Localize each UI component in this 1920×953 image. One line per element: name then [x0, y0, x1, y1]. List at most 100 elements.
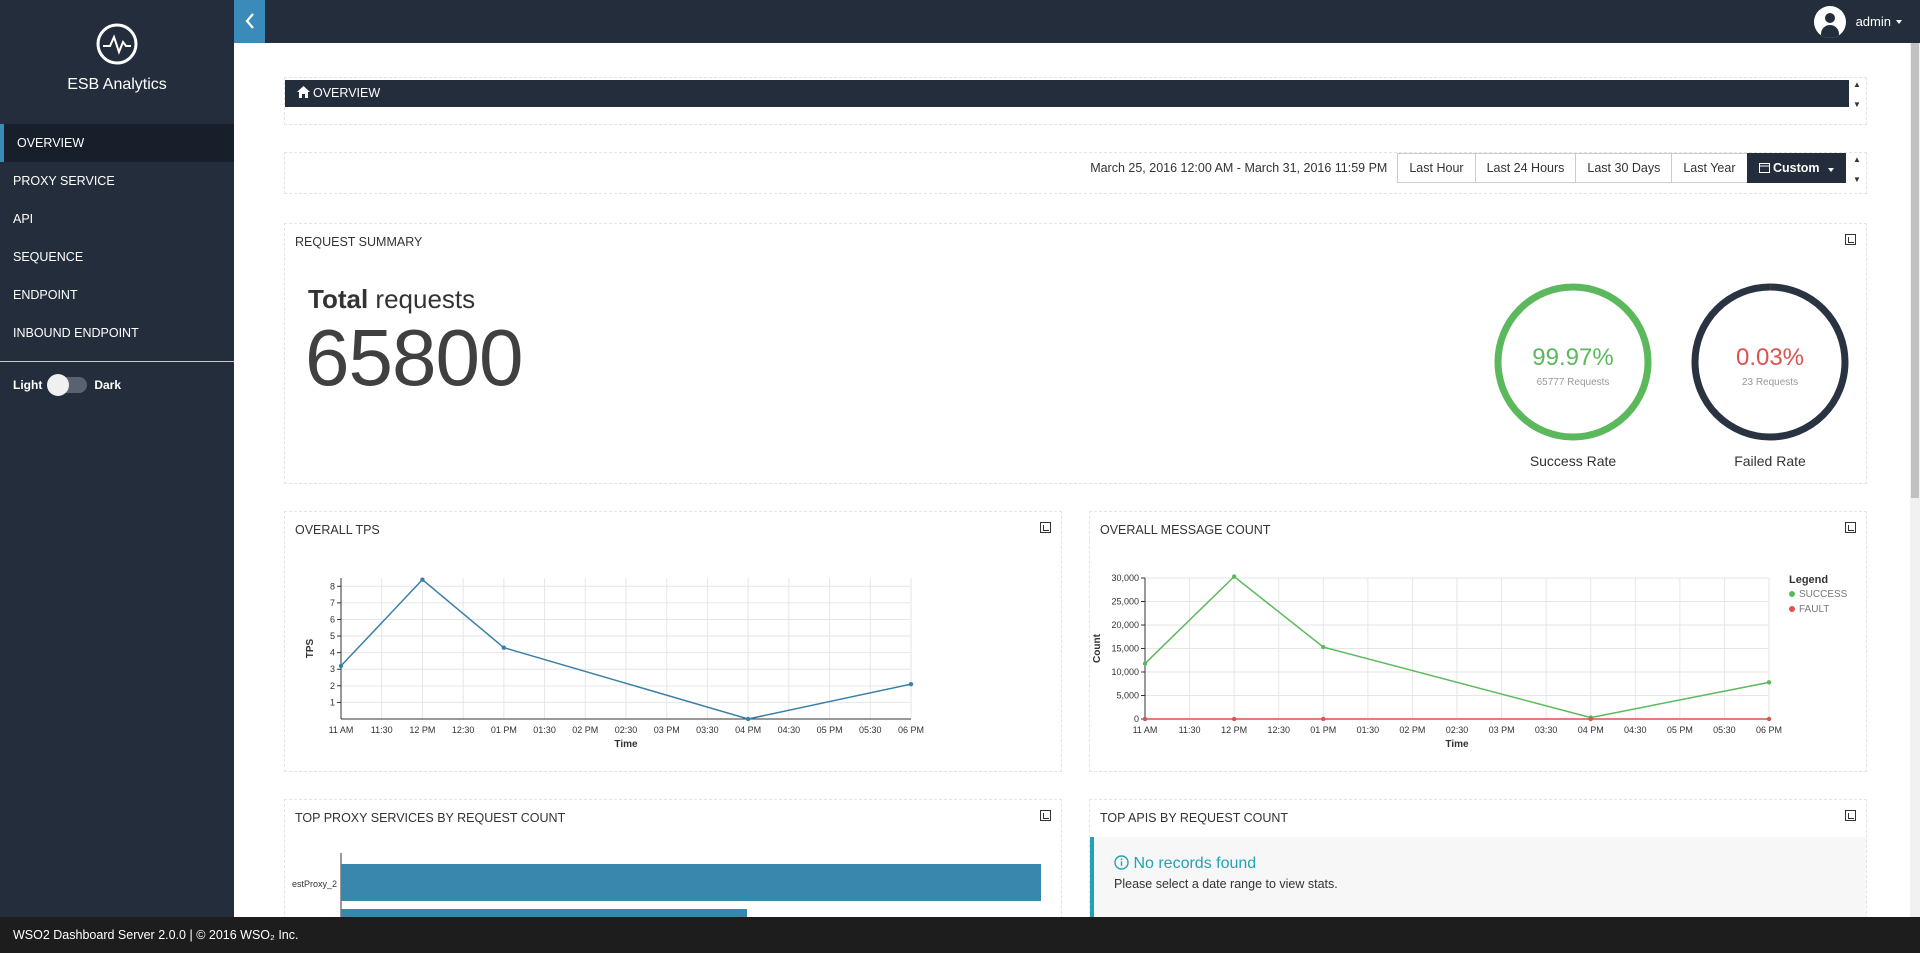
- brand: ESB Analytics: [0, 0, 234, 120]
- overall-tps-title: OVERALL TPS: [295, 523, 380, 537]
- overview-title: OVERVIEW: [313, 86, 381, 100]
- y-tick-label: 0: [1134, 714, 1139, 724]
- x-tick-label: 12 PM: [1221, 725, 1247, 735]
- home-icon: [297, 86, 310, 98]
- info-icon: [1114, 855, 1129, 870]
- theme-dark-label: Dark: [94, 378, 122, 392]
- data-point: [1766, 680, 1772, 685]
- data-point: [338, 663, 344, 669]
- overview-scroll-arrows[interactable]: ▲ ▼: [1851, 80, 1863, 110]
- topbar: admin: [234, 0, 1920, 43]
- custom-range-button[interactable]: Custom: [1746, 153, 1846, 183]
- expand-icon[interactable]: [1845, 234, 1856, 245]
- theme-toggle: Light Dark: [13, 374, 122, 396]
- expand-icon[interactable]: [1040, 522, 1051, 533]
- x-tick-label: 12 PM: [409, 725, 435, 735]
- app-title: ESB Analytics: [67, 76, 167, 93]
- data-point: [1231, 574, 1237, 579]
- sidebar-item-endpoint[interactable]: ENDPOINT: [0, 276, 234, 314]
- x-tick-label: 11:30: [1179, 725, 1201, 735]
- data-point: [1231, 716, 1237, 722]
- y-tick-label: 30,000: [1111, 573, 1139, 583]
- data-point: [501, 645, 507, 650]
- expand-icon[interactable]: [1845, 522, 1856, 533]
- overall-tps-chart: 11 AM 11:30 12 PM 12:30 01 PM 01:30 02 PM 02:30…: [305, 577, 924, 750]
- sidebar-item-inbound-endpoint[interactable]: INBOUND ENDPOINT: [0, 314, 234, 352]
- total-requests-label: Total requests: [308, 284, 476, 314]
- x-axis-title: Time: [1445, 739, 1469, 750]
- theme-light-label: Light: [13, 378, 43, 392]
- expand-icon[interactable]: [1845, 810, 1856, 821]
- legend-item: FAULT: [1799, 604, 1829, 615]
- x-tick-label: 06 PM: [898, 725, 924, 735]
- top-apis-panel: TOP APIS BY REQUEST COUNT No records fou…: [1089, 799, 1867, 929]
- page-scrollbar[interactable]: [1910, 43, 1920, 917]
- last-hour-button[interactable]: Last Hour: [1397, 153, 1476, 183]
- request-summary-title: REQUEST SUMMARY: [295, 235, 423, 249]
- bar: [341, 864, 1041, 901]
- analytics-logo-icon: [96, 23, 138, 65]
- x-tick-label: 12:30: [452, 725, 475, 735]
- x-tick-label: 05:30: [1713, 725, 1736, 735]
- x-tick-label: 03:30: [696, 725, 719, 735]
- custom-range-label: Custom: [1772, 161, 1820, 175]
- no-records-title: No records found: [1114, 855, 1256, 873]
- date-range-text: March 25, 2016 12:00 AM - March 31, 2016…: [1090, 161, 1388, 175]
- x-tick-label: 01 PM: [491, 725, 517, 735]
- y-axis-title: TPS: [305, 638, 316, 658]
- no-records-text: No records found: [1133, 855, 1257, 872]
- data-point: [1321, 716, 1326, 722]
- legend-swatch: [1789, 591, 1795, 597]
- data-point: [1142, 661, 1148, 666]
- x-tick-label: 03 PM: [654, 725, 680, 735]
- y-tick-label: 10,000: [1111, 667, 1139, 677]
- x-tick-label: 04 PM: [735, 725, 761, 735]
- y-axis-title: Count: [1092, 633, 1103, 663]
- sidebar-item-overview[interactable]: OVERVIEW: [0, 124, 234, 162]
- date-picker-scroll-arrows[interactable]: ▲ ▼: [1851, 155, 1863, 185]
- no-records-alert: No records found Please select a date ra…: [1090, 837, 1866, 917]
- y-tick-label: 6: [330, 614, 335, 624]
- sidebar-item-proxy-service[interactable]: PROXY SERVICE: [0, 162, 234, 200]
- last-year-button[interactable]: Last Year: [1671, 153, 1748, 183]
- y-tick-label: 7: [330, 598, 335, 608]
- y-tick-label: 5,000: [1116, 691, 1139, 701]
- data-point: [1766, 716, 1772, 722]
- overall-message-count-panel: OVERALL MESSAGE COUNT 11 AM 11:30 12 PM 12:…: [1089, 511, 1867, 772]
- sidebar-item-api[interactable]: API: [0, 200, 234, 238]
- x-tick-label: 02:30: [1446, 725, 1469, 735]
- collapse-sidebar-button[interactable]: [234, 0, 265, 43]
- user-avatar-icon: [1813, 5, 1846, 38]
- y-tick-label: 1: [330, 697, 335, 707]
- top-proxy-services-title: TOP PROXY SERVICES BY REQUEST COUNT: [295, 811, 566, 825]
- y-tick-label: 2: [330, 681, 335, 691]
- data-point: [1142, 716, 1148, 722]
- x-tick-label: 06 PM: [1756, 725, 1782, 735]
- no-records-hint: Please select a date range to view stats…: [1114, 877, 1338, 891]
- x-tick-label: 04:30: [778, 725, 801, 735]
- last-30-days-button[interactable]: Last 30 Days: [1575, 153, 1673, 183]
- page-scrollbar-thumb[interactable]: [1911, 43, 1919, 498]
- y-tick-label: 8: [330, 581, 335, 591]
- overall-message-count-title: OVERALL MESSAGE COUNT: [1100, 523, 1271, 537]
- data-point: [745, 716, 751, 722]
- expand-icon[interactable]: [1040, 810, 1051, 821]
- user-menu[interactable]: admin: [1813, 0, 1902, 43]
- data-point: [1321, 644, 1326, 650]
- sidebar-item-sequence[interactable]: SEQUENCE: [0, 238, 234, 276]
- x-tick-label: 11:30: [371, 725, 393, 735]
- x-tick-label: 05 PM: [1667, 725, 1693, 735]
- data-point: [908, 681, 914, 687]
- theme-switch-knob: [47, 374, 70, 396]
- x-tick-label: 02:30: [615, 725, 638, 735]
- x-tick-label: 11 AM: [1133, 725, 1158, 735]
- overall-tps-panel: OVERALL TPS 11 AM 11:30 12 PM 12:30 01 PM 01:…: [284, 511, 1062, 772]
- top-proxy-services-chart: estProxy_2: [292, 853, 1041, 928]
- theme-switch[interactable]: [47, 374, 88, 396]
- success-rate-label: Success Rate: [1529, 453, 1617, 469]
- y-tick-label: 15,000: [1111, 644, 1139, 654]
- total-requests-value: 65800: [305, 313, 523, 402]
- last-24-hours-button[interactable]: Last 24 Hours: [1474, 153, 1577, 183]
- overview-header: OVERVIEW: [285, 80, 1849, 107]
- x-tick-label: 03 PM: [1489, 725, 1515, 735]
